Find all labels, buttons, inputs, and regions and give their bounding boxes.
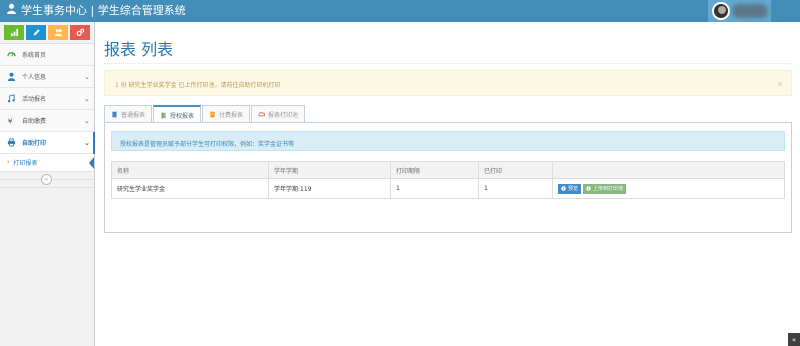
info-message: 授权报表是管理员赋予部分学生可打印权限，例如：奖学金证书等 <box>111 131 785 151</box>
brand-title: 学生事务中心 | 学生综合管理系统 <box>21 4 186 17</box>
close-icon[interactable]: × <box>777 80 783 88</box>
shortcut-signal-button[interactable] <box>4 25 24 40</box>
sidebar-item-label: 活动报名 <box>22 96 47 103</box>
tab-label: 授权报表 <box>170 112 195 120</box>
users-icon <box>54 29 62 37</box>
upload-to-pool-button[interactable]: 上传到打印池 <box>582 183 626 194</box>
sidebar-item-label: 自助打印 <box>22 140 47 147</box>
divider <box>104 63 792 64</box>
tab-label: 付费报表 <box>219 111 244 119</box>
sidebar-item-label: 个人信息 <box>22 74 47 81</box>
alert-text: 1 份 研究生学业奖学金 已上传打印池，请前往自助打印机打印 <box>115 82 281 89</box>
dashboard-icon <box>3 50 19 59</box>
user-icon <box>3 72 19 81</box>
cell-name: 研究生学业奖学金 <box>111 178 269 199</box>
chevron-down-icon: ⌄ <box>84 138 90 147</box>
cell-actions: 预览 上传到打印池 <box>552 178 785 199</box>
sidebar-item-label: 自助缴费 <box>22 118 47 125</box>
tab-bar: 普通报表 授权报表 付费报表 报表打印池 <box>104 105 306 123</box>
tab-label: 报表打印池 <box>268 111 299 119</box>
table-row: 研究生学业奖学金 学年学期:119 1 1 预览 上传到打印池 <box>111 178 785 199</box>
book-icon <box>161 112 166 118</box>
cell-printed: 1 <box>478 178 553 199</box>
sidebar-subitem-label: 打印报表 <box>13 160 38 167</box>
preview-button[interactable]: 预览 <box>558 183 582 194</box>
cogs-icon <box>76 28 84 36</box>
sidebar-item-payment[interactable]: ¥ 自助缴费 ⌄ <box>0 110 94 132</box>
reports-table: 名称 学年学期 打印期限 已打印 研究生学业奖学金 学年学期:119 1 1 预… <box>111 161 785 199</box>
sidebar-item-activities[interactable]: 活动报名 ⌄ <box>0 88 94 110</box>
receipt-icon <box>210 111 215 117</box>
coins-icon: ¥ <box>3 116 19 125</box>
chevron-down-icon: ⌄ <box>84 72 90 81</box>
cell-term: 学年学期:119 <box>268 178 391 199</box>
sidebar: 系统首页 个人信息 ⌄ 活动报名 ⌄ ¥ 自助缴费 ⌄ 自助打印 ⌄ › 打印报… <box>0 22 95 346</box>
tab-paid-reports[interactable]: 付费报表 <box>202 105 251 122</box>
signal-icon <box>10 28 18 37</box>
column-header: 打印期限 <box>390 161 479 179</box>
sidebar-subitem-print-report[interactable]: › 打印报表 <box>0 154 94 172</box>
double-angle-left-icon[interactable]: « <box>41 174 52 185</box>
alert-message: 1 份 研究生学业奖学金 已上传打印池，请前往自助打印机打印 × <box>104 70 792 96</box>
tab-print-pool[interactable]: 报表打印池 <box>251 105 306 122</box>
music-icon <box>3 94 19 103</box>
shortcut-users-button[interactable] <box>48 25 68 40</box>
top-navbar: 学生事务中心 | 学生综合管理系统 <box>0 0 800 22</box>
svg-text:¥: ¥ <box>7 117 12 125</box>
avatar <box>712 2 730 20</box>
column-header <box>552 161 785 179</box>
user-name-redacted <box>732 4 768 18</box>
user-menu[interactable] <box>708 0 771 22</box>
chevron-down-icon: ⌄ <box>84 116 90 125</box>
column-header: 名称 <box>111 161 269 179</box>
user-icon <box>6 3 17 19</box>
shortcut-pencil-button[interactable] <box>26 25 46 40</box>
column-header: 已打印 <box>478 161 553 179</box>
upload-button-label: 上传到打印池 <box>592 186 623 192</box>
tab-normal-reports[interactable]: 普通报表 <box>104 105 153 122</box>
main-content: 报表 列表 1 份 研究生学业奖学金 已上传打印池，请前往自助打印机打印 × 普… <box>96 22 800 346</box>
shortcut-bar <box>0 22 94 44</box>
file-icon <box>112 111 117 117</box>
tab-label: 普通报表 <box>121 111 146 119</box>
info-circle-icon <box>586 186 591 191</box>
tab-authorized-reports[interactable]: 授权报表 <box>153 105 202 123</box>
sidebar-item-label: 系统首页 <box>22 52 47 59</box>
sidebar-collapse-bar: « <box>0 172 94 188</box>
pencil-icon <box>33 29 40 36</box>
chevron-down-icon: ⌄ <box>84 94 90 103</box>
scroll-to-top-button[interactable]: « <box>788 333 800 346</box>
cell-limit: 1 <box>390 178 479 199</box>
sidebar-item-profile[interactable]: 个人信息 ⌄ <box>0 66 94 88</box>
preview-button-label: 预览 <box>568 186 579 192</box>
table-header-row: 名称 学年学期 打印期限 已打印 <box>111 161 785 179</box>
print-icon <box>3 138 19 147</box>
sidebar-item-self-print[interactable]: 自助打印 ⌄ <box>0 132 95 154</box>
column-header: 学年学期 <box>268 161 391 179</box>
tab-pane-authorized: 授权报表是管理员赋予部分学生可打印权限，例如：奖学金证书等 名称 学年学期 打印… <box>104 122 792 233</box>
shortcut-cogs-button[interactable] <box>70 25 90 40</box>
sidebar-item-home[interactable]: 系统首页 <box>0 44 94 66</box>
info-circle-icon <box>561 186 566 191</box>
brand[interactable]: 学生事务中心 | 学生综合管理系统 <box>6 3 186 19</box>
page-title: 报表 列表 <box>104 40 174 59</box>
cloud-icon <box>258 111 266 116</box>
active-marker <box>89 157 94 169</box>
